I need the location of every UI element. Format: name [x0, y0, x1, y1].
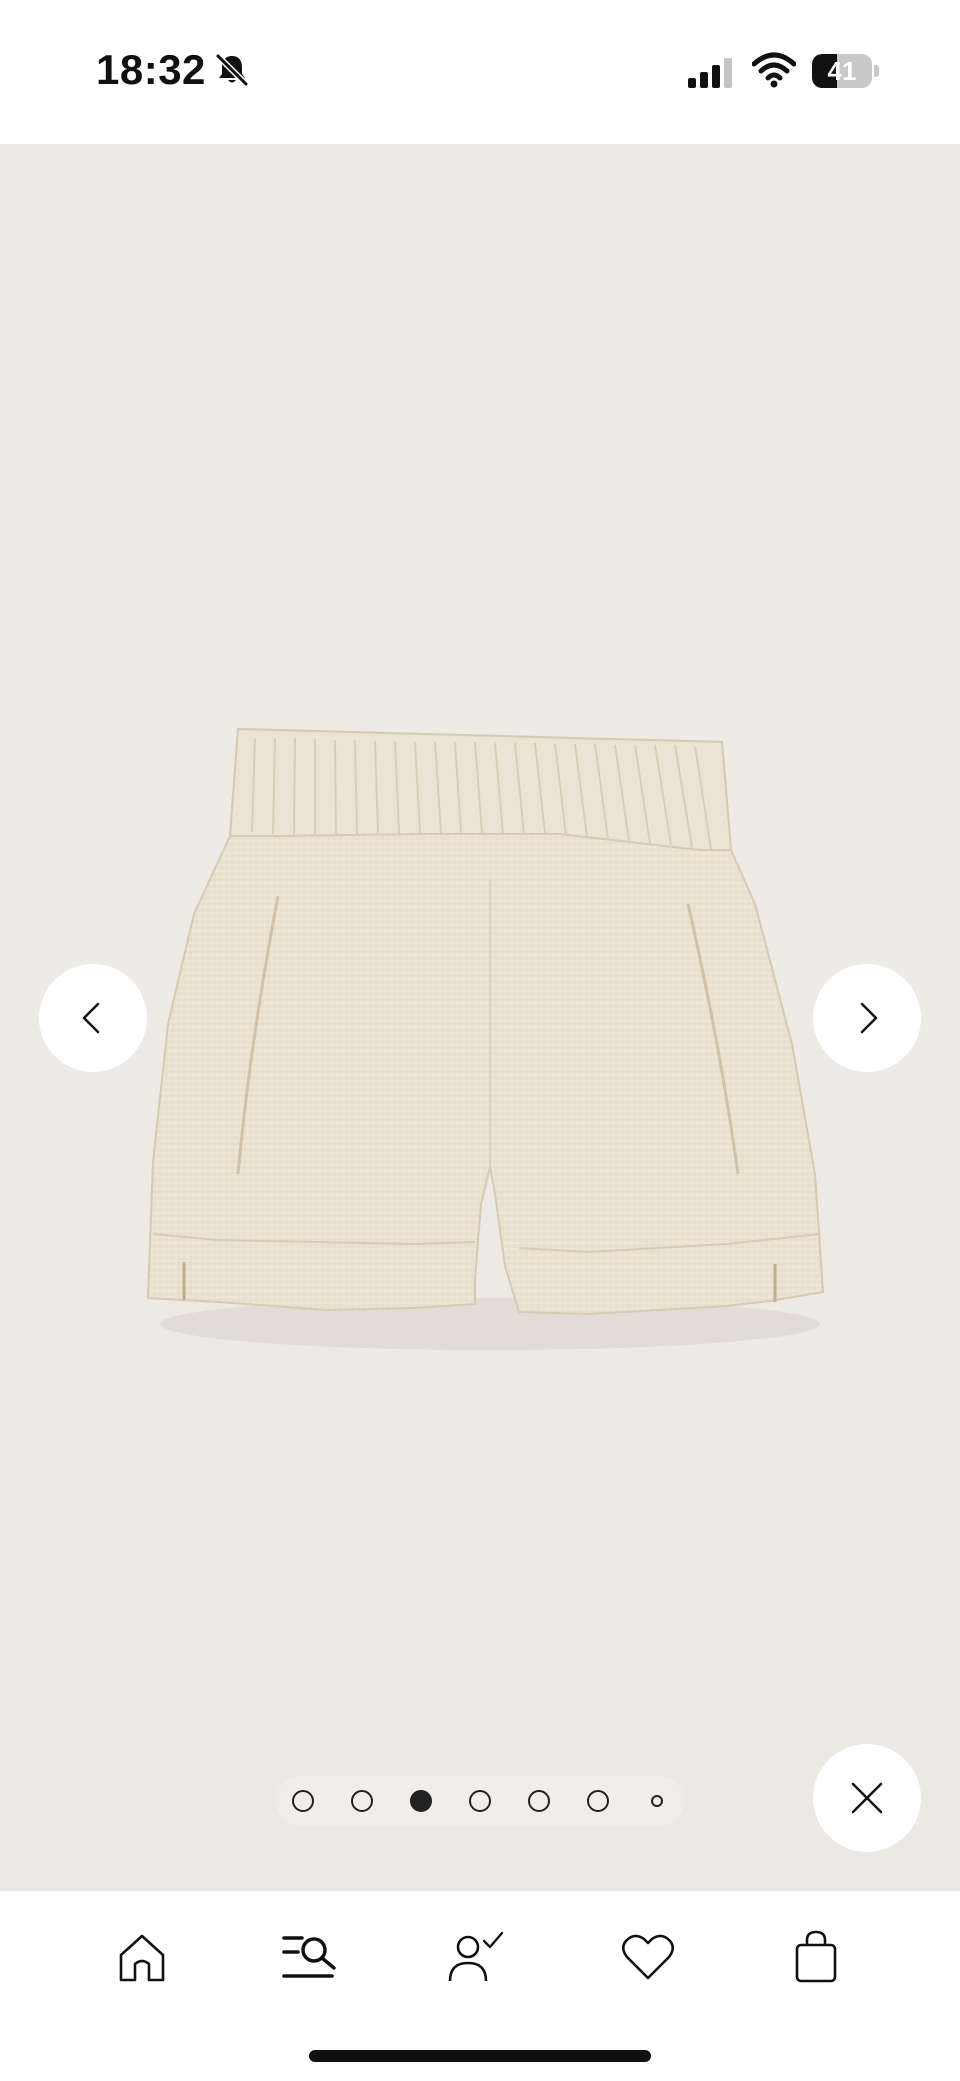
pagination-dot-2[interactable]: [351, 1790, 373, 1812]
nav-account[interactable]: [444, 1925, 508, 1989]
pagination-dot-5[interactable]: [528, 1790, 550, 1812]
shopping-bag-icon: [795, 1930, 837, 1983]
nav-shopping-bag[interactable]: [784, 1925, 848, 1989]
chevron-right-icon: [860, 1002, 878, 1034]
heart-icon: [621, 1934, 675, 1980]
image-pagination[interactable]: [276, 1776, 684, 1826]
pagination-dot-6[interactable]: [587, 1790, 609, 1812]
home-indicator[interactable]: [309, 2050, 651, 2062]
battery-level: 41: [827, 56, 857, 86]
battery-indicator: 41: [812, 54, 880, 88]
close-button[interactable]: [813, 1744, 921, 1852]
nav-home[interactable]: [110, 1925, 174, 1989]
previous-image-button[interactable]: [39, 964, 147, 1072]
pagination-dot-7[interactable]: [651, 1795, 663, 1807]
close-icon: [851, 1782, 883, 1814]
pagination-dot-1[interactable]: [292, 1790, 314, 1812]
product-image-viewer: 18:32 41: [0, 0, 960, 2081]
wifi-icon: [752, 52, 796, 88]
search-icon: [282, 1936, 336, 1978]
product-gallery[interactable]: [0, 144, 960, 1890]
home-icon: [119, 1934, 165, 1982]
status-bar: 18:32 41: [0, 0, 960, 144]
chevron-left-icon: [82, 1002, 100, 1034]
status-time: 18:32: [96, 46, 206, 93]
nav-search[interactable]: [278, 1925, 342, 1989]
bell-slash-icon: [215, 53, 249, 87]
next-image-button[interactable]: [813, 964, 921, 1072]
cellular-signal-icon: [688, 58, 732, 88]
account-icon: [448, 1931, 504, 1982]
pagination-dot-4[interactable]: [469, 1790, 491, 1812]
nav-wishlist[interactable]: [616, 1925, 680, 1989]
pagination-dot-3[interactable]: [410, 1790, 432, 1812]
